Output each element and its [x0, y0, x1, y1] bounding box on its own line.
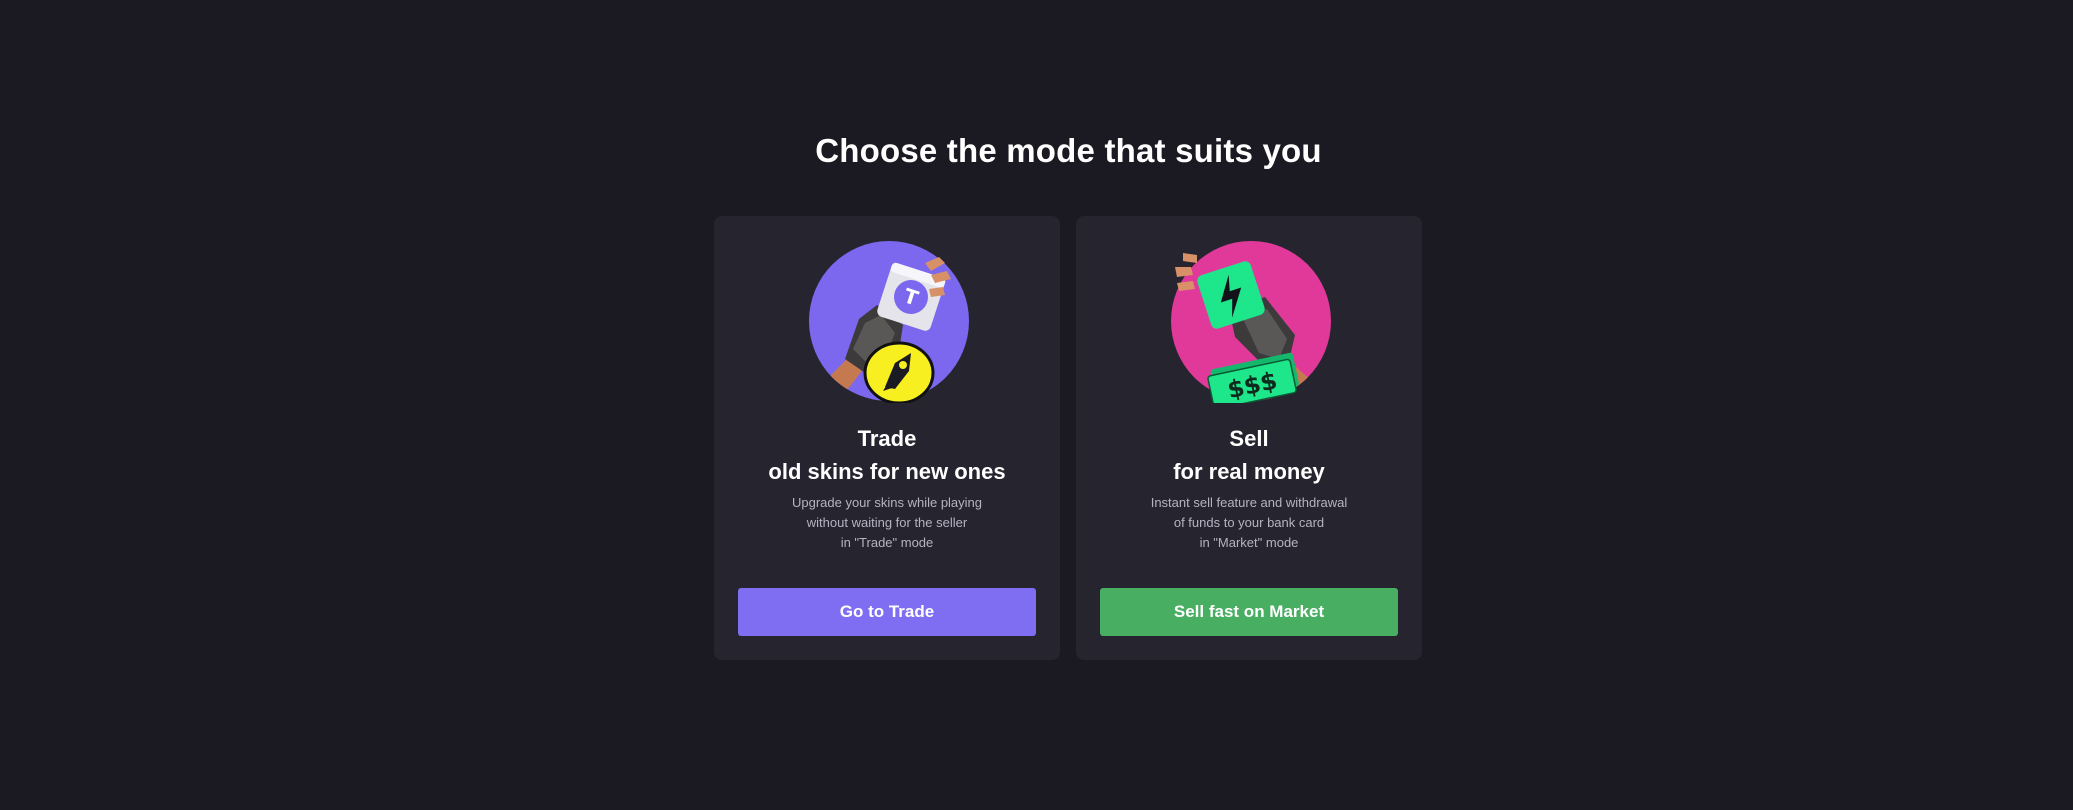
trade-desc-line1: Upgrade your skins while playing: [791, 495, 983, 510]
trade-card-description: Upgrade your skins while playing without…: [714, 493, 1060, 553]
trade-desc-line3: in "Trade" mode: [840, 535, 934, 550]
sell-desc-line2: of funds to your bank card: [1173, 515, 1325, 530]
page-title: Choose the mode that suits you: [815, 132, 1322, 169]
trade-title-line2: old skins for new ones: [768, 459, 1006, 484]
trade-card-title: Trade old skins for new ones: [714, 422, 1060, 488]
go-to-trade-button[interactable]: Go to Trade: [738, 588, 1036, 636]
sell-illustration: $$$: [1169, 239, 1333, 410]
sell-title-line2: for real money: [1173, 459, 1325, 484]
sell-desc-line3: in "Market" mode: [1199, 535, 1299, 550]
trade-desc-line2: without waiting for the seller: [806, 515, 968, 530]
gloved-hand-trade-token-rocket-icon: T: [809, 241, 969, 405]
mode-selection-page: Choose the mode that suits you T Trade o…: [0, 0, 2073, 810]
sell-mode-card: $$$ Sell for real money Instant sell fea…: [1076, 216, 1422, 660]
sell-card-description: Instant sell feature and withdrawal of f…: [1076, 493, 1422, 553]
trade-title-line1: Trade: [857, 426, 917, 451]
sell-fast-on-market-button[interactable]: Sell fast on Market: [1100, 588, 1398, 636]
sell-title-line1: Sell: [1229, 426, 1269, 451]
trade-mode-card: T Trade old skins for new ones Upgrade y…: [714, 216, 1060, 660]
trade-illustration: T: [807, 239, 971, 405]
sell-card-title: Sell for real money: [1076, 422, 1422, 488]
sell-desc-line1: Instant sell feature and withdrawal: [1150, 495, 1348, 510]
gloved-hand-lightning-card-cash-icon: $$$: [1171, 241, 1331, 410]
